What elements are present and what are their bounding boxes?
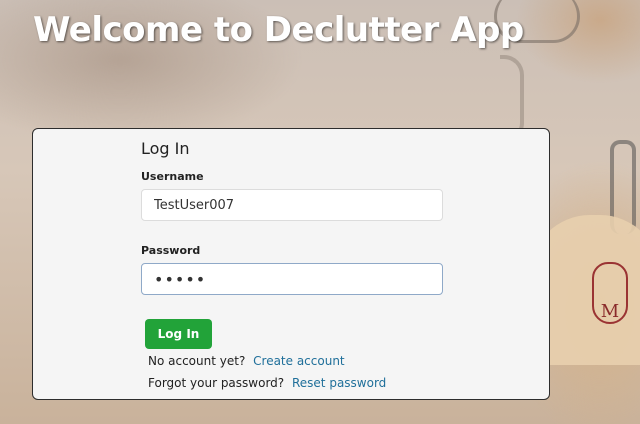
login-button[interactable]: Log In [145,319,212,349]
username-input[interactable] [141,189,443,221]
background-apple-logo: M [592,262,628,324]
username-label: Username [141,170,204,183]
password-label: Password [141,244,201,257]
page-title: Welcome to Declutter App [33,10,524,50]
reset-password-link[interactable]: Reset password [292,376,386,390]
forgot-password-line: Forgot your password? Reset password [148,376,443,390]
create-account-link[interactable]: Create account [253,354,345,368]
forgot-password-text: Forgot your password? [148,376,285,390]
no-account-text: No account yet? [148,354,246,368]
login-form: Log In Username Password Log In No accou… [141,139,443,390]
no-account-line: No account yet? Create account [148,354,443,368]
login-card: Log In Username Password Log In No accou… [32,128,550,400]
password-input[interactable] [141,263,443,295]
login-heading: Log In [141,139,190,158]
